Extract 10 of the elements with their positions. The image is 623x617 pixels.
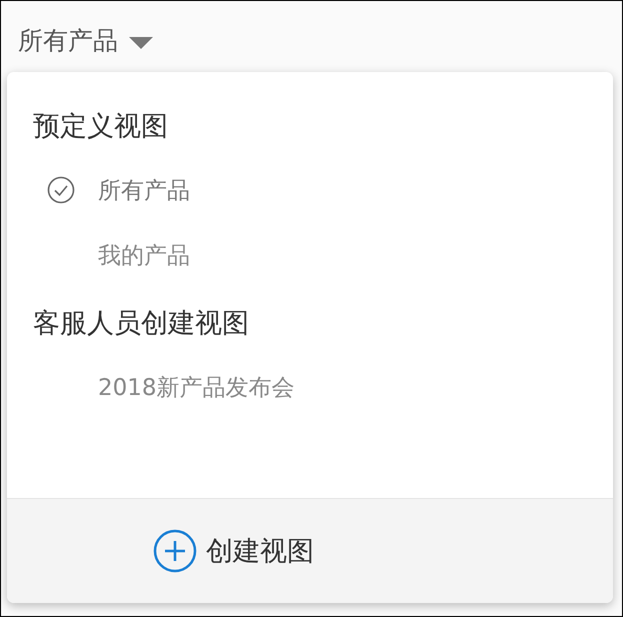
menu-item[interactable]: 我的产品 <box>7 234 613 276</box>
check-circle-icon <box>47 176 75 204</box>
create-view-button[interactable]: 创建视图 <box>153 529 314 573</box>
section-heading: 预定义视图 <box>33 110 169 144</box>
caret-icon <box>128 36 154 50</box>
menu-item[interactable]: 2018新产品发布会 <box>7 366 613 408</box>
add-icon <box>153 529 197 573</box>
view-dropdown[interactable]: 所有产品 <box>18 24 154 57</box>
section-heading: 客服人员创建视图 <box>33 307 250 341</box>
menu-item[interactable]: 所有产品 <box>7 169 613 211</box>
